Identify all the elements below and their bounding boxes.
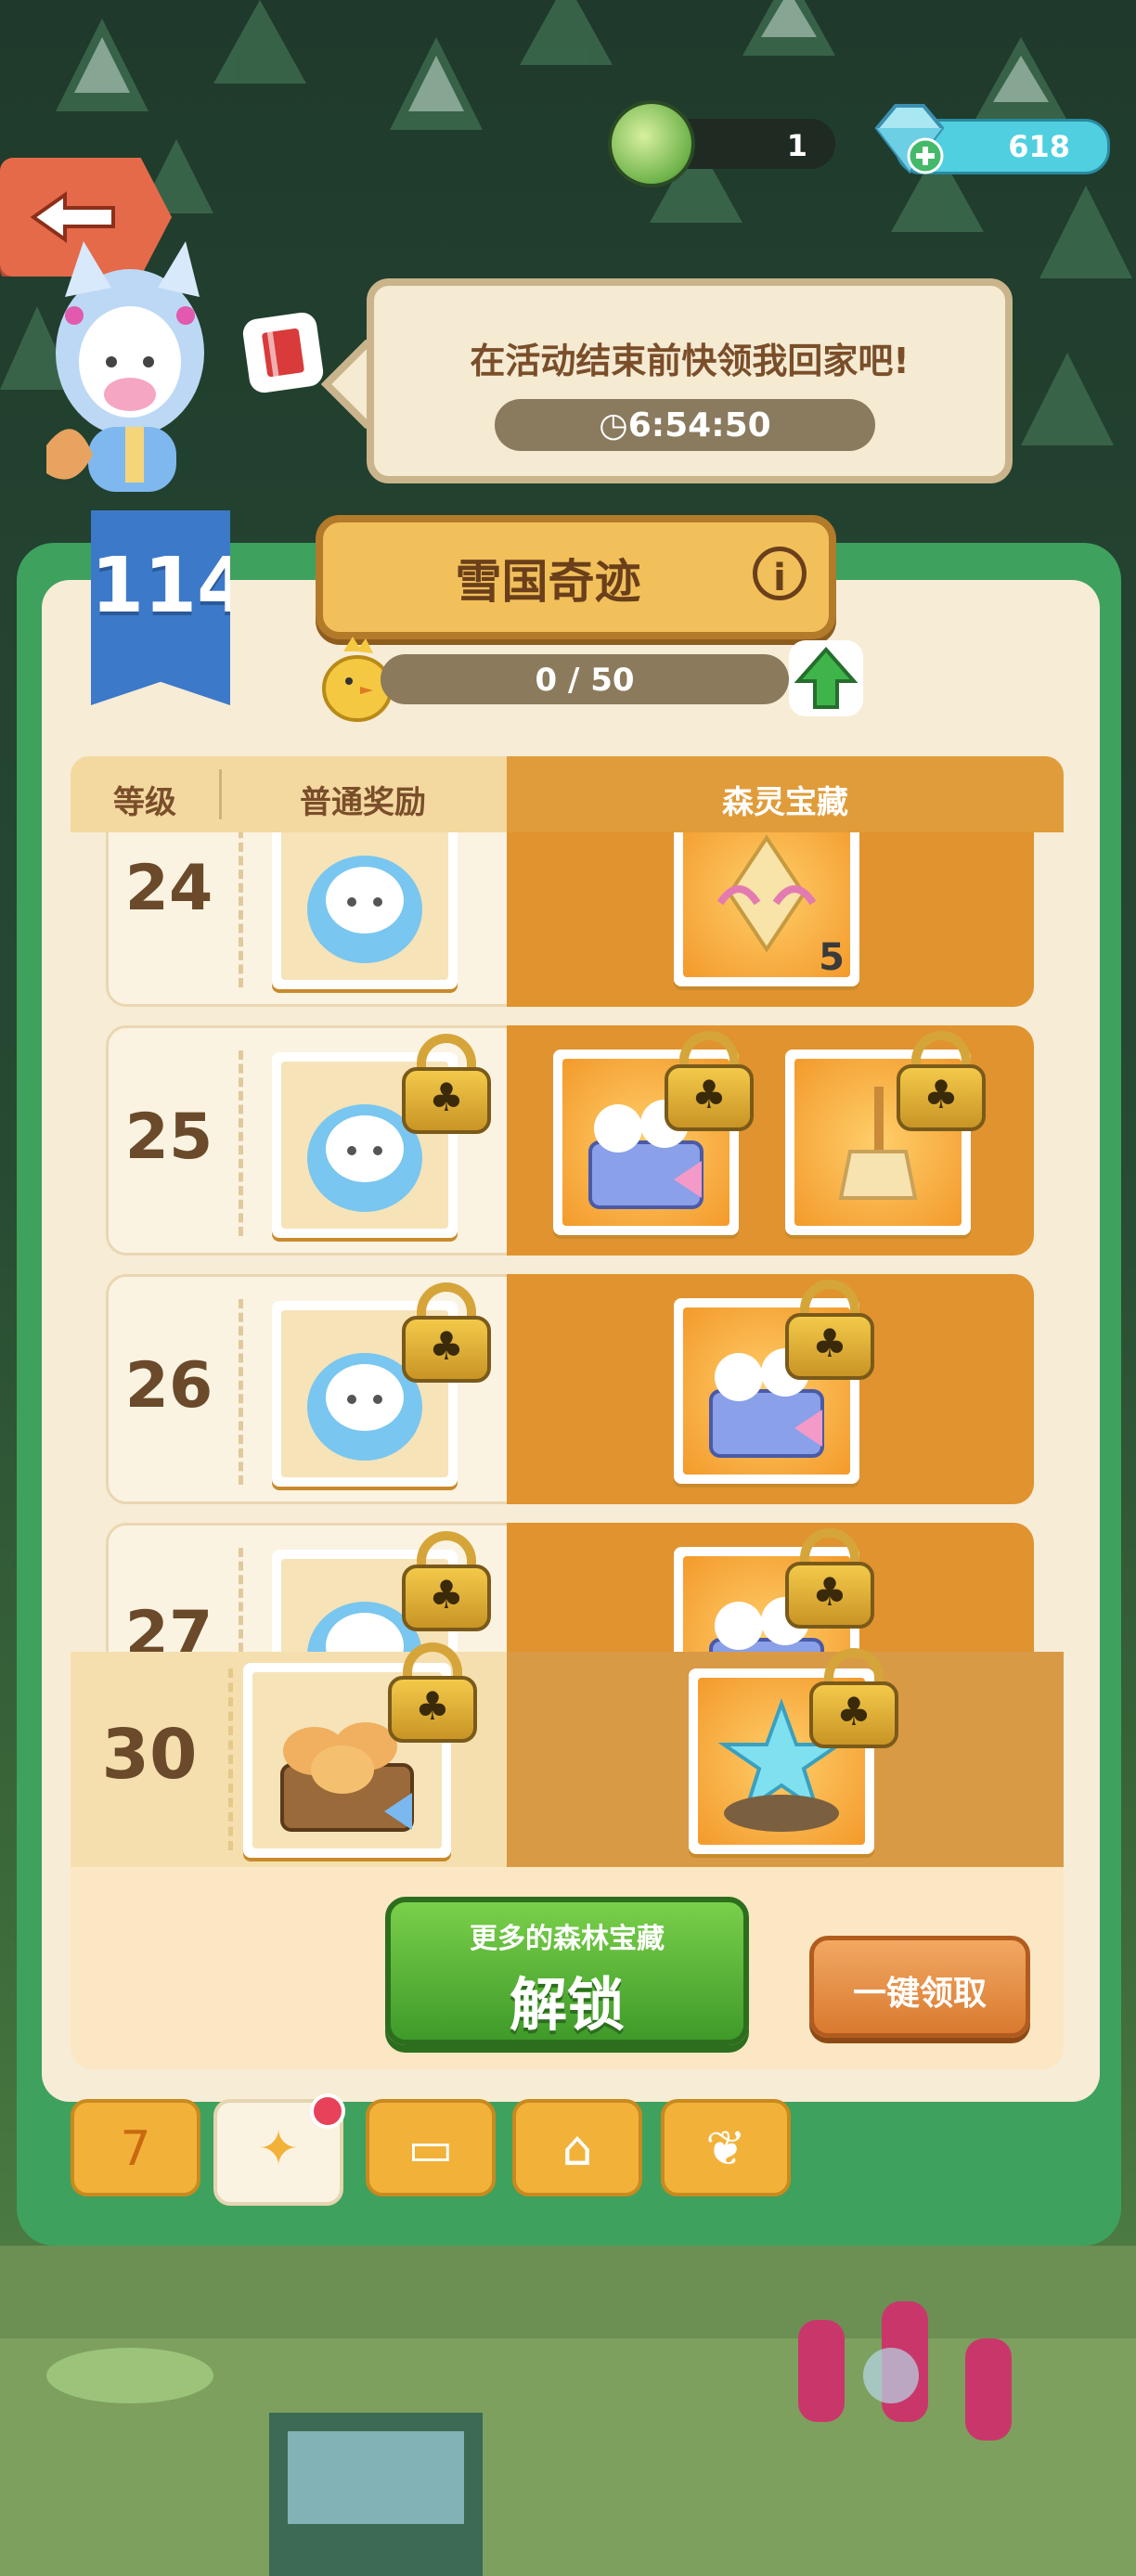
unlock-subtitle: 更多的森林宝藏 xyxy=(470,1923,665,1955)
leaf-icon: ❦ xyxy=(705,2121,746,2177)
unlock-button[interactable]: 更多的森林宝藏 解锁 xyxy=(385,1897,749,2045)
lock-icon: ♣ xyxy=(665,1031,754,1131)
lock-icon: ♣ xyxy=(402,1282,491,1383)
unlock-label: 解锁 xyxy=(509,1971,625,2039)
milestone-row-30: 30 ♣ ♣ xyxy=(71,1642,1064,1867)
level-number: 114 xyxy=(91,542,251,630)
lock-icon: ♣ xyxy=(785,1280,874,1380)
reward-card[interactable]: 5 xyxy=(674,832,859,986)
info-icon[interactable]: i xyxy=(753,547,807,600)
lock-icon: ♣ xyxy=(388,1642,477,1743)
row-level: 30 xyxy=(101,1715,198,1795)
storybook-button[interactable] xyxy=(240,310,326,395)
calendar-icon: 7 xyxy=(120,2121,151,2177)
snow-fox-character xyxy=(46,241,204,492)
row-level: 27 xyxy=(124,1598,213,1658)
reward-list[interactable]: 24 5 25 ♣ ♣ ♣ 26 ♣ ♣ 27 ♣ ♣ xyxy=(71,832,1064,1658)
reward-card[interactable] xyxy=(272,832,458,989)
notification-badge xyxy=(310,2093,345,2129)
speech-bubble: 在活动结束前快领我回家吧! ◷6:54:50 xyxy=(367,278,1013,483)
claim-all-button[interactable]: 一键领取 xyxy=(809,1936,1030,2038)
green-arrow-up-icon xyxy=(794,646,858,709)
shop-icon: ⌂ xyxy=(562,2121,593,2177)
reward-table-header: 等级 普通奖励 森灵宝藏 xyxy=(71,756,1064,832)
reward-card[interactable]: ♣ xyxy=(243,1642,477,1858)
green-slime-icon xyxy=(608,100,695,187)
claim-all-label: 一键领取 xyxy=(852,1975,987,2013)
reward-row-24: 24 5 xyxy=(106,832,1034,1007)
progress-text: 0 / 50 xyxy=(535,662,635,699)
level-header: 等级 xyxy=(113,784,176,821)
row-level: 24 xyxy=(124,852,213,925)
speech-text: 在活动结束前快领我回家吧! xyxy=(470,341,910,381)
ticket-icon: ✦ xyxy=(258,2121,299,2177)
reward-row-27: 27 ♣ ♣ xyxy=(106,1523,1034,1658)
crystal-ornament-icon xyxy=(716,834,817,953)
lock-icon: ♣ xyxy=(785,1528,874,1629)
tab-calendar[interactable]: 7 xyxy=(71,2099,200,2196)
snow-bunny-pet-icon xyxy=(307,856,422,963)
reward-row-25: 25 ♣ ♣ ♣ xyxy=(106,1025,1034,1256)
forest-treasure-header: 森灵宝藏 xyxy=(722,784,848,821)
village-scenery xyxy=(46,2301,1012,2576)
lock-icon: ♣ xyxy=(809,1648,898,1748)
title-plate: 雪国奇迹 i xyxy=(316,515,836,639)
normal-reward-header: 普通奖励 xyxy=(300,784,426,821)
lock-icon: ♣ xyxy=(402,1034,491,1134)
tab-shop[interactable]: ⌂ xyxy=(512,2099,642,2196)
panel-tabs: 7 ✦ ▭ ⌂ ❦ xyxy=(71,2093,1064,2206)
reward-card[interactable]: ♣ xyxy=(553,1031,754,1235)
page-title: 雪国奇迹 xyxy=(455,555,641,609)
book-icon xyxy=(262,328,304,378)
lock-icon: ♣ xyxy=(402,1531,491,1631)
reward-card[interactable]: ♣ xyxy=(272,1034,491,1238)
level-up-button[interactable] xyxy=(789,640,863,716)
row-level: 26 xyxy=(124,1349,213,1423)
timer-value: 6:54:50 xyxy=(627,406,771,444)
lock-icon: ♣ xyxy=(897,1031,986,1131)
clock-icon: ◷ xyxy=(599,406,628,444)
level-ribbon: 114 xyxy=(91,510,230,705)
reward-card[interactable]: ♣ xyxy=(272,1282,491,1487)
tab-leaf[interactable]: ❦ xyxy=(661,2099,791,2196)
progress-bar: 0 / 50 xyxy=(381,654,789,704)
reward-card[interactable]: ♣ xyxy=(674,1280,874,1484)
tab-cards[interactable]: ▭ xyxy=(366,2099,496,2196)
cards-icon: ▭ xyxy=(407,2121,454,2177)
tab-pass[interactable]: ✦ xyxy=(213,2093,345,2206)
reward-card[interactable]: ♣ xyxy=(674,1528,874,1658)
diamond-gem-icon xyxy=(874,104,945,174)
event-timer: ◷6:54:50 xyxy=(495,399,875,451)
reward-row-26: 26 ♣ ♣ xyxy=(106,1274,1034,1504)
reward-card[interactable]: ♣ xyxy=(785,1031,986,1235)
back-arrow-icon xyxy=(30,191,115,243)
reward-count: 5 xyxy=(819,936,845,979)
reward-card[interactable]: ♣ xyxy=(689,1648,898,1854)
row-level: 25 xyxy=(124,1101,213,1174)
